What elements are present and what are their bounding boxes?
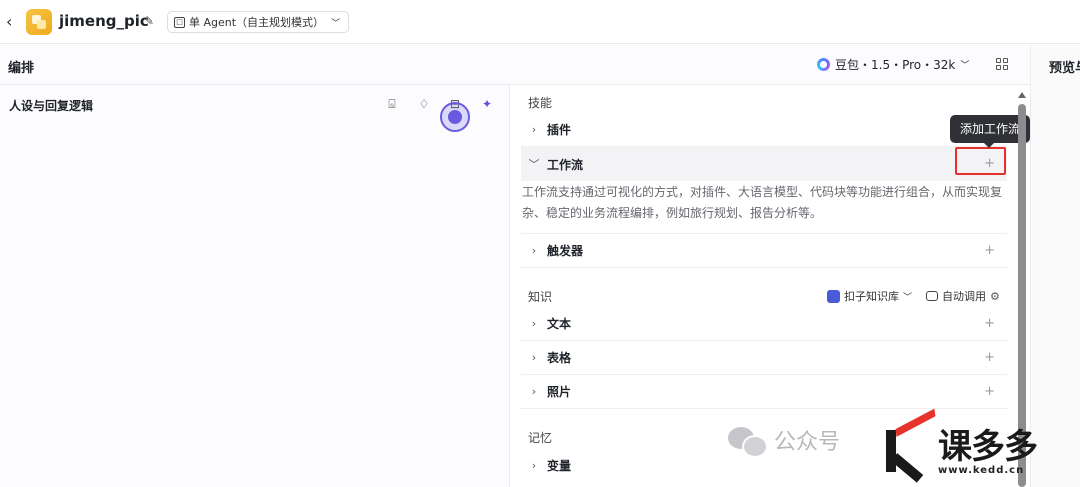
layout-grid-icon[interactable] [996,58,1008,70]
preview-title: 预览与 [1049,61,1080,76]
knowledge-row-label: 照片 [547,385,572,399]
add-workflow-highlight [955,147,1006,175]
arrange-title: 编排 [8,61,35,76]
brand-k-logo-icon [882,408,936,483]
chevron-down-icon: ﹀ [528,158,540,171]
chevron-down-icon: ﹀ [331,18,341,29]
chevron-right-icon: › [531,123,537,136]
chevron-right-icon: › [531,385,537,398]
skill-row-label: 工作流 [547,157,584,172]
skill-row-trigger[interactable]: › 触发器 + [521,234,1007,268]
knowledge-row-table[interactable]: › 表格 + [521,341,1007,375]
gear-icon[interactable]: ⚙ [990,290,1000,303]
brand-name: 课多多 [938,427,1038,467]
coze-knowledge-icon [827,289,840,303]
skills-group-label: 技能 [528,96,553,110]
model-name: 豆包・1.5・Pro・32k [835,58,956,72]
edit-icon[interactable]: ✎ [144,14,154,28]
model-select[interactable]: 豆包・1.5・Pro・32k ﹀ [817,56,969,73]
memory-row-label: 变量 [547,458,572,473]
knowledge-base-select[interactable]: 扣子知识库 [844,288,899,304]
chevron-down-icon: ﹀ [903,292,913,303]
add-photo-button[interactable]: + [984,384,995,399]
knowledge-group-label: 知识 [528,290,553,304]
wechat-watermark-text: 公众号 [774,430,841,455]
prompt-library-icon[interactable]: ⌺ [385,97,399,111]
back-arrow-icon[interactable]: ‹ [6,13,20,31]
hint-bulb-icon[interactable]: ♢ [417,97,431,111]
arrange-header: 编排 豆包・1.5・Pro・32k ﹀ [0,45,1030,85]
workflow-description: 工作流支持通过可视化的方式，对插件、大语言模型、代码块等功能进行组合，从而实现复… [522,185,1003,220]
chevron-right-icon: › [531,317,537,330]
skill-row-workflow[interactable]: ﹀ 工作流 + [521,147,1007,181]
wechat-icon [728,425,768,458]
knowledge-row-photo[interactable]: › 照片 + [521,375,1007,409]
chevron-right-icon: › [531,244,537,257]
skill-row-label: 插件 [547,123,572,137]
knowledge-row-label: 文本 [547,317,572,331]
ai-optimize-icon[interactable]: ✦ [480,97,494,111]
agent-mode-select[interactable]: □ 单 Agent（自主规划模式） ﹀ [167,11,350,33]
top-bar: ‹ jimeng_pic ✎ □ 单 Agent（自主规划模式） ﹀ [0,0,1080,44]
add-trigger-button[interactable]: + [984,243,995,258]
knowledge-row-text[interactable]: › 文本 + [521,307,1007,341]
cursor-click-indicator [440,102,470,132]
chevron-right-icon: › [531,458,537,472]
agent-mode-label: 单 Agent（自主规划模式） [189,16,325,29]
knowledge-row-label: 表格 [547,351,572,365]
doubao-model-icon [817,58,830,71]
knowledge-controls: 扣子知识库 ﹀ 自动调用 ⚙ [827,288,1000,304]
auto-call-select[interactable]: 自动调用 [942,288,986,304]
chevron-right-icon: › [531,351,537,364]
scroll-up-arrow-icon[interactable] [1018,92,1026,98]
memory-group-label: 记忆 [528,431,553,445]
agent-mode-icon: □ [174,16,185,28]
skill-row-plugins[interactable]: › 插件 [521,113,1007,147]
chevron-down-icon: ﹀ [960,61,970,71]
brand-watermark: 课多多 www.kedd.cn [882,408,1038,483]
add-text-button[interactable]: + [984,316,995,331]
app-logo [26,9,52,35]
skill-row-label: 触发器 [547,244,584,258]
persona-title: 人设与回复逻辑 [9,99,94,113]
preview-panel: 预览与 [1030,45,1080,487]
auto-call-icon [926,291,939,301]
app-title: jimeng_pic [59,12,149,30]
add-table-button[interactable]: + [984,350,995,365]
wechat-watermark: 公众号 [728,424,841,458]
brand-url: www.kedd.cn [938,465,1025,476]
